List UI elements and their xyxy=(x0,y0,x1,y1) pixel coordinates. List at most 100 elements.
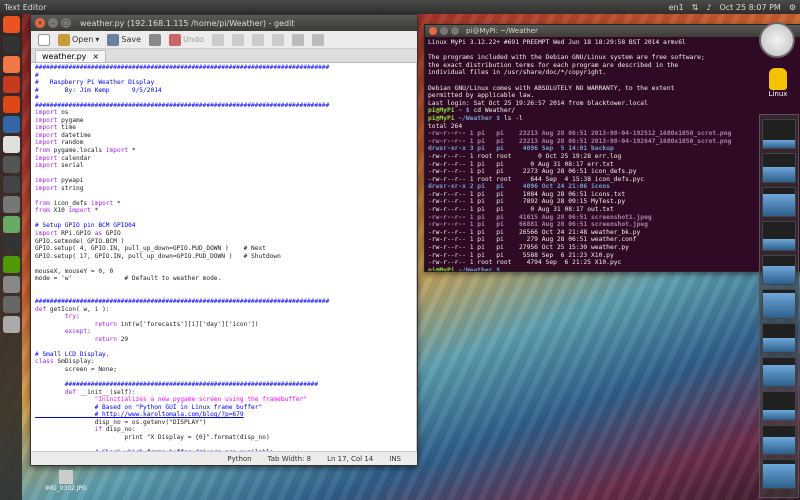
launcher-app-icon[interactable] xyxy=(2,96,20,113)
code-line: import os xyxy=(35,109,69,117)
folder-icon xyxy=(58,33,70,46)
tux-icon xyxy=(769,68,787,90)
terminal-titlebar[interactable]: pi@MyPi: ~/Weather xyxy=(425,25,800,37)
volume-icon[interactable]: ♪ xyxy=(706,3,711,12)
code-line: import pygame xyxy=(35,116,84,124)
close-icon[interactable] xyxy=(429,27,437,35)
tab-weather-py[interactable]: weather.py × xyxy=(35,50,107,62)
monitor-graph xyxy=(762,357,796,387)
terminal-line: -rw-r--r-- 1 pi pi 66881 Aug 28 06:51 sc… xyxy=(428,221,648,229)
open-button[interactable]: Open ▾ xyxy=(55,33,102,46)
launcher-app-icon[interactable] xyxy=(2,296,20,313)
launcher-app-icon[interactable] xyxy=(2,16,20,33)
launcher-app-icon[interactable] xyxy=(2,276,20,293)
code-line: from X10 import * xyxy=(35,207,99,215)
maximize-icon[interactable] xyxy=(451,27,459,35)
code-line: except: xyxy=(64,328,91,336)
monitor-graph xyxy=(762,187,796,217)
tab-width-selector[interactable]: Tab Width: 8 xyxy=(268,455,311,463)
code-line: from pygame.locals import * xyxy=(35,147,136,155)
cursor-position: Ln 17, Col 14 xyxy=(327,454,374,463)
printer-icon xyxy=(149,33,162,46)
terminal-output[interactable]: Linux MyPi 3.12.22+ #691 PREEMPT Wed Jun… xyxy=(425,37,800,271)
gedit-titlebar[interactable]: × – □ weather.py (192.168.1.115 /home/pi… xyxy=(31,15,417,31)
launcher-app-icon[interactable] xyxy=(2,56,20,73)
terminal-line: The programs included with the Debian GN… xyxy=(428,54,705,62)
launcher-app-icon[interactable] xyxy=(2,36,20,53)
status-bar: Python Tab Width: 8 Ln 17, Col 14 INS xyxy=(31,451,417,465)
code-line: return 29 xyxy=(94,335,129,343)
monitor-graph-fill xyxy=(763,140,795,148)
replace-button[interactable] xyxy=(309,33,327,46)
gedit-toolbar: Open ▾ Save Undo xyxy=(31,31,417,49)
close-tab-icon[interactable]: × xyxy=(92,52,99,61)
minimize-icon[interactable] xyxy=(440,27,448,35)
code-line: GPIO.setup( 4, GPIO.IN, pull_up_down=GPI… xyxy=(35,245,266,253)
code-line: # Small LCD Display. xyxy=(35,350,110,358)
network-icon[interactable]: ⇅ xyxy=(692,3,699,12)
code-line: import pywapi xyxy=(35,177,84,185)
code-line: import RPi.GPIO as GPIO xyxy=(35,230,121,238)
monitor-graph-fill xyxy=(763,410,795,420)
terminal-line: pi@MyPi ~ $ cd Weather/ xyxy=(428,107,516,115)
code-line: import serial xyxy=(35,162,84,170)
cut-button[interactable] xyxy=(229,33,247,46)
terminal-line: -rw-r--r-- 1 pi pi 0 Aug 31 08:17 err.tx… xyxy=(428,160,614,168)
undo-label: Undo xyxy=(183,35,204,44)
desktop-file-label: IMG_0302.JPG xyxy=(45,485,87,492)
new-button[interactable] xyxy=(35,33,53,46)
terminal-line: the exact distribution terms for each pr… xyxy=(428,61,679,69)
code-line: ########################################… xyxy=(35,101,330,109)
launcher-app-icon[interactable] xyxy=(2,176,20,193)
launcher-app-icon[interactable] xyxy=(2,236,20,253)
launcher-app-icon[interactable] xyxy=(2,196,20,213)
system-monitor-widget xyxy=(759,114,799,498)
undo-button[interactable]: Undo xyxy=(166,33,207,46)
save-button[interactable]: Save xyxy=(104,33,144,46)
redo-button[interactable] xyxy=(209,33,227,46)
copy-button[interactable] xyxy=(249,33,267,46)
launcher-app-icon[interactable] xyxy=(2,76,20,93)
monitor-graph xyxy=(762,391,796,421)
launcher-app-icon[interactable] xyxy=(2,216,20,233)
search-icon xyxy=(291,33,304,46)
terminal-line: permitted by applicable law. xyxy=(428,92,535,100)
code-line: # xyxy=(35,71,39,79)
maximize-icon[interactable]: □ xyxy=(61,18,71,28)
keyboard-indicator[interactable]: en1 xyxy=(669,3,684,12)
close-icon[interactable]: × xyxy=(35,18,45,28)
monitor-graph xyxy=(762,119,796,149)
code-line: mode = 'w' # Default to weather mode. xyxy=(35,275,222,283)
redo-icon xyxy=(211,33,224,46)
launcher-app-icon[interactable] xyxy=(2,256,20,273)
linux-shortcut[interactable]: Linux xyxy=(765,68,791,102)
terminal-line: individual files in /usr/share/doc/*/cop… xyxy=(428,69,607,77)
clock-text[interactable]: Oct 25 8:07 PM xyxy=(719,3,780,12)
monitor-graph xyxy=(762,289,796,319)
replace-icon xyxy=(311,33,324,46)
language-selector[interactable]: Python xyxy=(227,455,251,463)
paste-button[interactable] xyxy=(269,33,287,46)
code-editor[interactable]: ########################################… xyxy=(31,63,417,453)
print-button[interactable] xyxy=(146,33,164,46)
terminal-line: Debian GNU/Linux comes with ABSOLUTELY N… xyxy=(428,84,675,92)
open-label: Open xyxy=(72,35,94,44)
search-button[interactable] xyxy=(289,33,307,46)
launcher-app-icon[interactable] xyxy=(2,316,20,333)
monitor-graph xyxy=(762,323,796,353)
terminal-line: -rw-r--r-- 1 pi pi 279 Aug 28 06:51 weat… xyxy=(428,236,637,244)
code-line: ########################################… xyxy=(35,380,319,388)
code-line: def __init__(self): xyxy=(64,388,136,396)
minimize-icon[interactable]: – xyxy=(48,18,58,28)
monitor-graph xyxy=(762,153,796,183)
launcher-app-icon[interactable] xyxy=(2,116,20,133)
desktop-file[interactable]: IMG_0302.JPG xyxy=(36,470,96,492)
gear-icon[interactable]: ⚙ xyxy=(789,3,796,12)
launcher-app-icon[interactable] xyxy=(2,136,20,153)
launcher-app-icon[interactable] xyxy=(2,156,20,173)
